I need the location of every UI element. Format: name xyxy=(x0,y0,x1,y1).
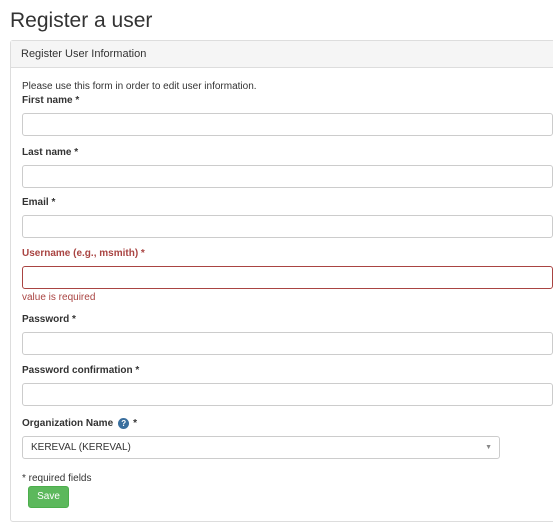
username-input[interactable] xyxy=(22,266,553,289)
page-title: Register a user xyxy=(10,9,153,32)
help-icon[interactable]: ? xyxy=(118,417,130,429)
panel-heading: Register User Information xyxy=(11,41,553,68)
password-confirmation-input[interactable] xyxy=(22,383,553,406)
first-name-field-group: First name * xyxy=(22,94,553,136)
email-field-group: Email * xyxy=(22,196,553,238)
password-input[interactable] xyxy=(22,332,553,355)
organization-required-marker: * xyxy=(133,417,138,429)
chevron-down-icon: ▼ xyxy=(485,444,492,451)
password-confirmation-field-group: Password confirmation * xyxy=(22,364,553,406)
email-label: Email * xyxy=(22,197,56,208)
password-field-group: Password * xyxy=(22,313,553,355)
username-error-message: value is required xyxy=(22,292,96,303)
username-label: Username (e.g., msmith) * xyxy=(22,248,145,259)
organization-label-row: Organization Name ? * xyxy=(22,416,553,430)
password-label: Password * xyxy=(22,314,76,325)
password-confirmation-label: Password confirmation * xyxy=(22,365,140,376)
register-user-panel: Register User Information Please use thi… xyxy=(10,40,553,522)
form-intro-text: Please use this form in order to edit us… xyxy=(22,81,257,92)
save-button[interactable]: Save xyxy=(28,486,69,508)
first-name-input[interactable] xyxy=(22,113,553,136)
organization-select[interactable]: KEREVAL (KEREVAL) ▼ xyxy=(22,436,500,459)
last-name-label: Last name * xyxy=(22,147,79,158)
organization-selected-value: KEREVAL (KEREVAL) xyxy=(31,442,131,453)
last-name-input[interactable] xyxy=(22,165,553,188)
username-field-group: Username (e.g., msmith) * value is requi… xyxy=(22,247,553,303)
email-input[interactable] xyxy=(22,215,553,238)
organization-label: Organization Name xyxy=(22,417,114,429)
organization-field-group: Organization Name ? * KEREVAL (KEREVAL) … xyxy=(22,416,553,459)
first-name-label: First name * xyxy=(22,95,80,106)
required-fields-note: * required fields xyxy=(22,473,92,484)
last-name-field-group: Last name * xyxy=(22,146,553,188)
